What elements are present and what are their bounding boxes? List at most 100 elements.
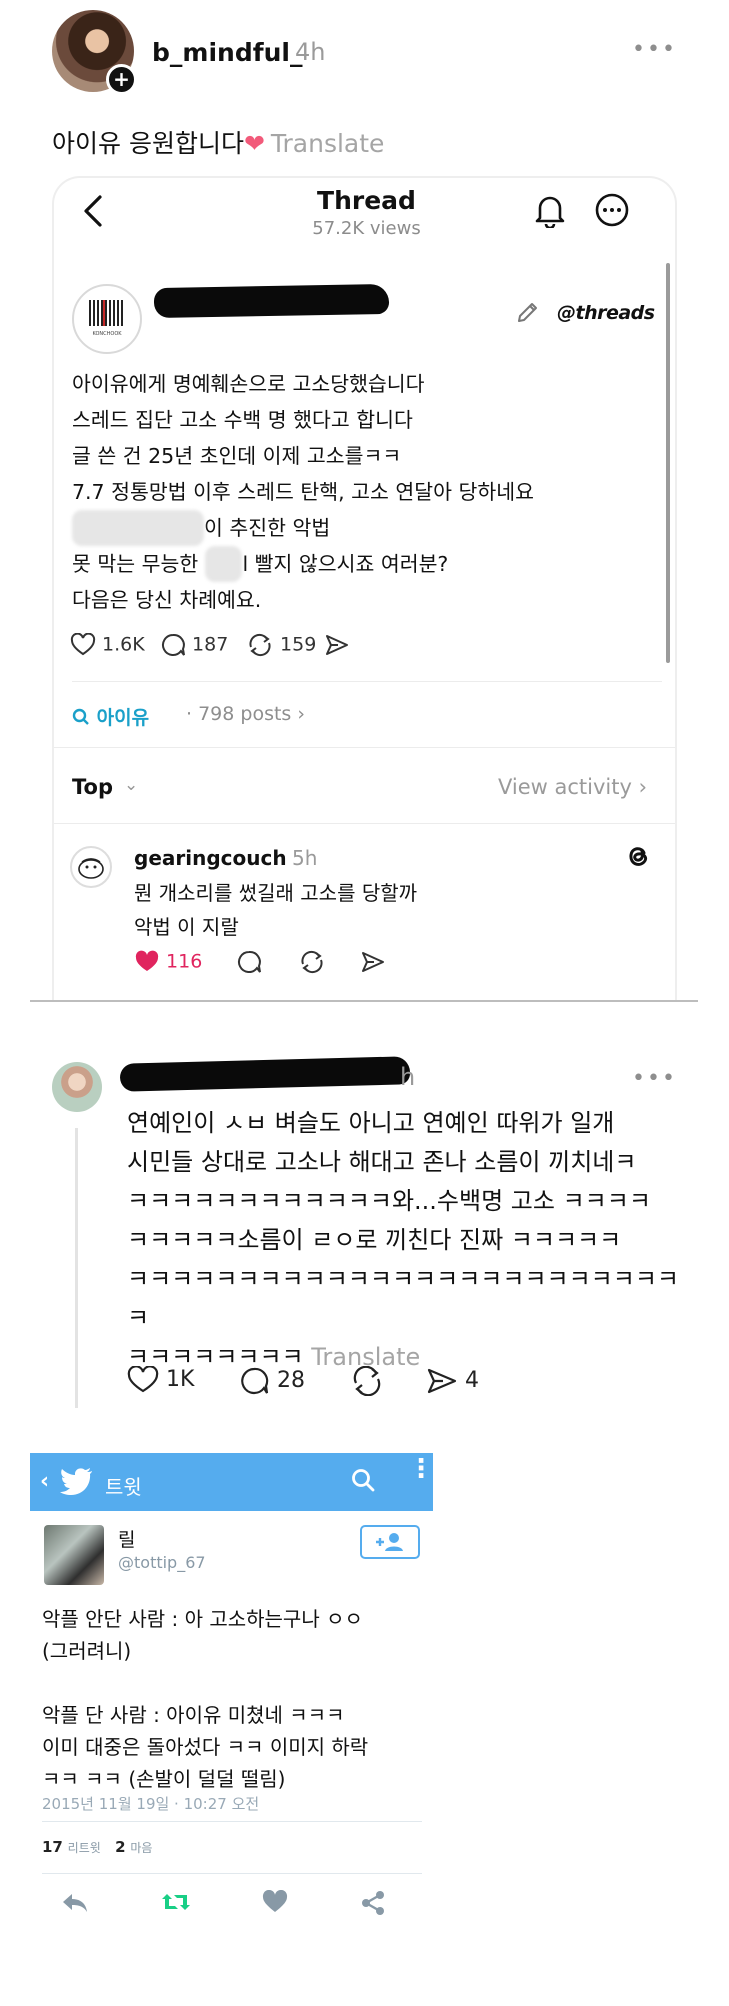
follow-plus-icon[interactable]: +: [106, 64, 137, 95]
reply-count: 187: [192, 633, 229, 656]
reply-line: 뭔 개소리를 썼길래 고소를 당할까: [134, 881, 418, 905]
more-options-icon[interactable]: •••: [632, 1068, 677, 1090]
more-circle-icon[interactable]: [594, 192, 630, 228]
post-text-body: 아이유 응원합니다: [52, 129, 244, 158]
tweet-author-name[interactable]: 릴: [118, 1525, 135, 1552]
reply-arrow-icon[interactable]: [60, 1890, 90, 1914]
embedded-tweet-screenshot: ‹ 트윗 ⋮ 릴 @tottip_67 악플 안단 사람 : 아 고소하는구나 …: [30, 1453, 433, 2006]
divider: [54, 747, 675, 748]
reply-text: 뭔 개소리를 썼길래 고소를 당할까 악법 이 지랄: [134, 876, 417, 944]
pencil-icon[interactable]: [514, 300, 540, 326]
comment-reply-button[interactable]: 28: [238, 1366, 305, 1396]
tweet-stats: 17 리트윗 2 마음: [42, 1838, 152, 1856]
sort-chevron-icon[interactable]: ⌄: [124, 775, 138, 795]
reply-username[interactable]: gearingcouch: [134, 846, 287, 870]
reply-comment-icon[interactable]: [236, 950, 262, 974]
comment-line: ㅋㅋㅋㅋㅋㅋㅋㅋㅋㅋㅋㅋㅋㅋㅋㅋㅋㅋㅋㅋㅋㅋㅋㅋㅋㅋ: [127, 1265, 679, 1332]
redacted-username: [153, 283, 390, 319]
view-activity-link[interactable]: View activity ›: [498, 775, 647, 799]
topic-tag[interactable]: 아이유: [72, 703, 149, 730]
account-logo[interactable]: KONCHOOK: [72, 284, 142, 354]
comment-text: 연예인이 ㅅㅂ 벼슬도 아니고 연예인 따위가 일개 시민들 상대로 고소나 해…: [127, 1104, 687, 1377]
reply-button[interactable]: 187: [160, 633, 228, 657]
section-divider: [30, 1000, 698, 1002]
like-label: 마음: [130, 1841, 153, 1855]
comment-like-count: 1K: [166, 1367, 195, 1392]
more-options-icon[interactable]: •••: [632, 39, 677, 61]
reply-line: 악법 이 지랄: [134, 915, 239, 939]
reply-avatar[interactable]: [70, 846, 112, 888]
tweet-line: (그러려니): [42, 1639, 132, 1663]
search-icon[interactable]: [350, 1467, 376, 1493]
comment-time: h: [400, 1063, 416, 1091]
bell-icon[interactable]: [534, 192, 566, 228]
reply-time: 5h: [292, 846, 318, 870]
retweet-icon[interactable]: [160, 1890, 192, 1914]
author-avatar[interactable]: +: [52, 10, 137, 95]
reply-share-icon[interactable]: [360, 950, 386, 974]
share-icon[interactable]: [360, 1890, 386, 1916]
scrollbar[interactable]: [666, 263, 670, 663]
retweet-label: 리트윗: [67, 1841, 101, 1855]
threads-logo-icon[interactable]: [624, 842, 652, 870]
translate-link[interactable]: Translate: [271, 129, 385, 158]
tweet-author-handle[interactable]: @tottip_67: [118, 1553, 206, 1572]
share-button[interactable]: [324, 633, 350, 657]
tweet-header-title: 트윗: [105, 1475, 142, 1499]
divider: [42, 1873, 422, 1874]
tweet-line: 악플 단 사람 : 아이유 미쳤네 ㅋㅋㅋ: [42, 1703, 345, 1727]
comment-reply-count: 28: [277, 1368, 305, 1393]
tweet-author-avatar[interactable]: [44, 1525, 104, 1585]
comment-share-button[interactable]: 4: [426, 1366, 479, 1396]
post-time: 4h: [295, 38, 326, 66]
body-line-text: 못 막는 무능한: [72, 552, 205, 576]
body-line: 스레드 집단 고소 수백 명 했다고 합니다: [72, 408, 413, 432]
blurred-text: 흐릿한글자흐릿: [72, 510, 205, 546]
retweet-count: 17: [42, 1838, 63, 1856]
tweet-text: 악플 안단 사람 : 아 고소하는구나 ㅇㅇ (그러려니) 악플 단 사람 : …: [42, 1603, 427, 1795]
comment-line: ㅋㅋㅋㅋㅋ소름이 ㄹㅇ로 끼친다 진짜 ㅋㅋㅋㅋㅋ: [127, 1226, 622, 1254]
vertical-more-icon[interactable]: ⋮: [408, 1456, 433, 1482]
tweet-line: 악플 안단 사람 : 아 고소하는구나 ㅇㅇ: [42, 1607, 363, 1631]
thread-connector-line: [75, 1128, 78, 1408]
body-line: 흐릿한글자흐릿이 추진한 악법: [72, 510, 534, 546]
comment-repost-button[interactable]: [350, 1366, 384, 1396]
follow-button[interactable]: [360, 1525, 420, 1559]
back-icon[interactable]: ‹: [40, 1469, 49, 1494]
thread-views: 57.2K views: [312, 218, 421, 239]
repost-count: 159: [280, 633, 317, 656]
like-button[interactable]: 1.6K: [70, 633, 145, 657]
comment-line: ㅋㅋㅋㅋㅋㅋㅋㅋ Translate: [127, 1338, 687, 1377]
body-line-text: l 빨지 않으시죠 여러분?: [242, 552, 449, 576]
topic-post-count: · 798 posts ›: [186, 703, 305, 725]
embedded-thread-screenshot: Thread 57.2K views KONCHOOK @threads 아이유…: [52, 176, 677, 1002]
body-line-text: 이 추진한 악법: [204, 516, 331, 540]
reply-like-count: 116: [166, 950, 203, 973]
topic-name: 아이유: [96, 707, 150, 729]
reply-repost-icon[interactable]: [298, 950, 326, 974]
divider: [72, 681, 662, 682]
heart-icon[interactable]: [262, 1890, 288, 1914]
sort-label[interactable]: Top: [72, 775, 113, 799]
thread-title: Thread: [317, 186, 416, 215]
post-text: 아이유 응원합니다❤ Translate: [52, 124, 384, 160]
comment-like-button[interactable]: 1K: [127, 1366, 194, 1394]
body-line: 아이유에게 명예훼손으로 고소당했습니다: [72, 372, 425, 396]
comment-share-count: 4: [465, 1368, 479, 1393]
repost-button[interactable]: 159: [246, 633, 316, 657]
body-line: 다음은 당신 차례예요.: [72, 588, 262, 612]
threads-badge: @threads: [557, 302, 655, 324]
twitter-bird-icon: [60, 1467, 94, 1495]
tweet-line: ㅋㅋ ㅋㅋ (손발이 덜덜 떨림): [42, 1767, 286, 1791]
tweet-line: 이미 대중은 돌아섰다 ㅋㅋ 이미지 하락: [42, 1735, 369, 1759]
comment-line: 시민들 상대로 고소나 해대고 존나 소름이 끼치네ㅋ: [127, 1148, 637, 1176]
tweet-date: 2015년 11월 19일 · 10:27 오전: [42, 1795, 260, 1813]
author-username[interactable]: b_mindful_: [152, 38, 302, 67]
divider: [42, 1821, 422, 1822]
comment-line: ㅋㅋㅋㅋㅋㅋㅋㅋㅋㅋㅋㅋ와...수백명 고소 ㅋㅋㅋㅋ: [127, 1187, 651, 1215]
commenter-avatar[interactable]: [52, 1062, 102, 1112]
thread-body: 아이유에게 명예훼손으로 고소당했습니다 스레드 집단 고소 수백 명 했다고 …: [72, 366, 534, 618]
body-line: 못 막는 무능한 흐릿l 빨지 않으시죠 여러분?: [72, 546, 534, 582]
reply-like-button[interactable]: 116: [134, 950, 202, 974]
blurred-text: 흐릿: [204, 546, 243, 582]
